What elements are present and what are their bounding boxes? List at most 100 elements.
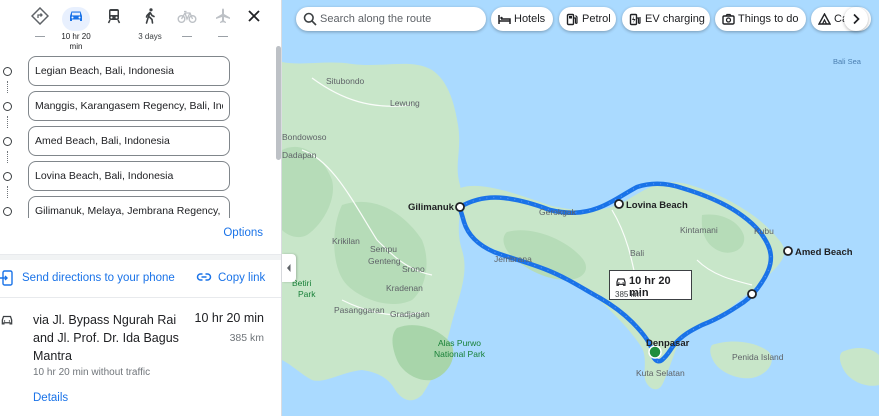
maps-app: 10 hr 20 min 3 days Legian Beach, Bali, … [0,0,879,416]
send-to-phone-icon [0,270,14,286]
label-gradjagan: Gradjagan [390,309,430,319]
travel-mode-bar: 10 hr 20 min 3 days [0,0,281,52]
search-along-route[interactable] [296,7,486,31]
route-traffic-note: 10 hr 20 min without traffic [33,367,151,378]
send-directions-button[interactable]: Send directions to your phone [22,272,175,284]
stop-row [0,91,281,121]
stop-input[interactable] [28,56,230,86]
chip-hotels[interactable]: Hotels [491,7,553,31]
section-divider [0,254,281,260]
stop-marker-icon [3,172,12,181]
label-gilimanuk: Gilimanuk [408,202,455,213]
link-icon [196,271,212,283]
mode-flights[interactable] [203,4,243,37]
route-via: via Jl. Bypass Ngurah Rai and Jl. Prof. … [33,313,179,363]
chip-things-to-do[interactable]: Things to do [715,7,806,31]
route-time: 10 hr 20 min [194,311,264,325]
stop-input[interactable] [28,161,230,191]
stop-input[interactable] [28,196,230,218]
copy-link-button[interactable]: Copy link [218,272,265,284]
chips-next-button[interactable] [844,7,868,31]
mode-walking[interactable]: 3 days [130,4,170,42]
label-bondowoso: Bondowoso [282,132,327,142]
close-icon [248,10,260,22]
diamond-route-icon [26,7,54,31]
stops-scrollbar[interactable] [276,46,281,160]
chevron-left-icon [287,264,291,272]
car-icon [62,7,90,31]
train-icon [100,7,128,31]
label-jembrana: Jembrana [494,254,532,264]
ev-charging-icon [629,13,641,26]
search-input[interactable] [320,10,478,28]
callout-distance: 385 km [615,290,642,299]
label-gerokgak: Gerokgak [539,207,577,217]
label-amed: Amed Beach [795,247,853,258]
chip-ev-charging[interactable]: EV charging [622,7,710,31]
options-link[interactable]: Options [223,227,263,239]
chip-label: EV charging [645,13,705,25]
label-srono: Srono [402,264,425,274]
label-denpasar: Denpasar [646,338,690,349]
mode-driving[interactable]: 10 hr 20 min [56,4,96,52]
chip-label: Petrol [582,13,611,25]
section-divider [0,297,281,298]
map-canvas[interactable]: Bali Sea Situbondo Lewung Bondowoso Dada… [282,0,879,416]
share-row: Send directions to your phone Copy link [0,268,281,292]
gilimanuk-marker-icon[interactable] [455,202,465,212]
search-icon [303,12,317,26]
chevron-right-icon [853,13,860,25]
stop-row [0,126,281,156]
stop-marker-icon [3,102,12,111]
stop-marker-icon [3,67,12,76]
stop-marker-icon [3,137,12,146]
chip-petrol[interactable]: Petrol [559,7,616,31]
walk-icon [136,7,164,31]
label-bali: Bali [630,248,644,258]
mode-best[interactable] [20,4,60,37]
label-park: Park [298,289,316,299]
route-distance: 385 km [229,332,264,344]
label-dadapan: Dadapan [282,150,317,160]
route-option[interactable]: via Jl. Bypass Ngurah Rai and Jl. Prof. … [0,307,281,416]
chip-label: Hotels [514,13,546,25]
label-kubu: Kubu [754,226,774,236]
stop-row [0,56,281,86]
stop-input[interactable] [28,91,230,121]
label-bali-sea: Bali Sea [833,57,862,66]
label-krikilan: Krikilan [332,236,360,246]
label-lovina: Lovina Beach [626,200,688,211]
close-directions-button[interactable] [246,8,262,24]
mode-transit[interactable] [94,4,134,31]
car-icon [0,313,14,327]
route-callout[interactable]: 10 hr 20 min 385 km [609,270,692,300]
label-pasanggaran: Pasanggaran [334,305,385,315]
chip-label: Things to do [738,13,799,25]
walking-time: 3 days [138,32,162,41]
fuel-icon [566,13,578,26]
amed-marker-icon[interactable] [783,246,793,256]
stop-row [0,161,281,191]
stop-input[interactable] [28,126,230,156]
label-sempu: Sempu [370,244,397,254]
stop-marker-icon [3,207,12,216]
camera-icon [722,13,735,25]
label-kintamani: Kintamani [680,225,718,235]
bike-icon [173,7,201,31]
car-icon [616,278,626,286]
bed-icon [498,15,511,24]
label-situbondo: Situbondo [326,76,365,86]
label-lewung: Lewung [390,98,420,108]
label-alas-purwo: Alas Purwo [438,338,481,348]
label-penida: Penida Island [732,352,784,362]
stops-list [0,54,281,218]
manggis-marker-icon[interactable] [747,289,757,299]
details-link[interactable]: Details [33,392,68,404]
mode-cycling[interactable] [167,4,207,37]
collapse-panel-button[interactable] [282,254,296,282]
plane-icon [209,7,237,31]
label-kradenan: Kradenan [386,283,423,293]
lovina-marker-icon[interactable] [614,199,624,209]
landmark-icon [818,13,831,25]
label-national-park: National Park [434,349,486,359]
